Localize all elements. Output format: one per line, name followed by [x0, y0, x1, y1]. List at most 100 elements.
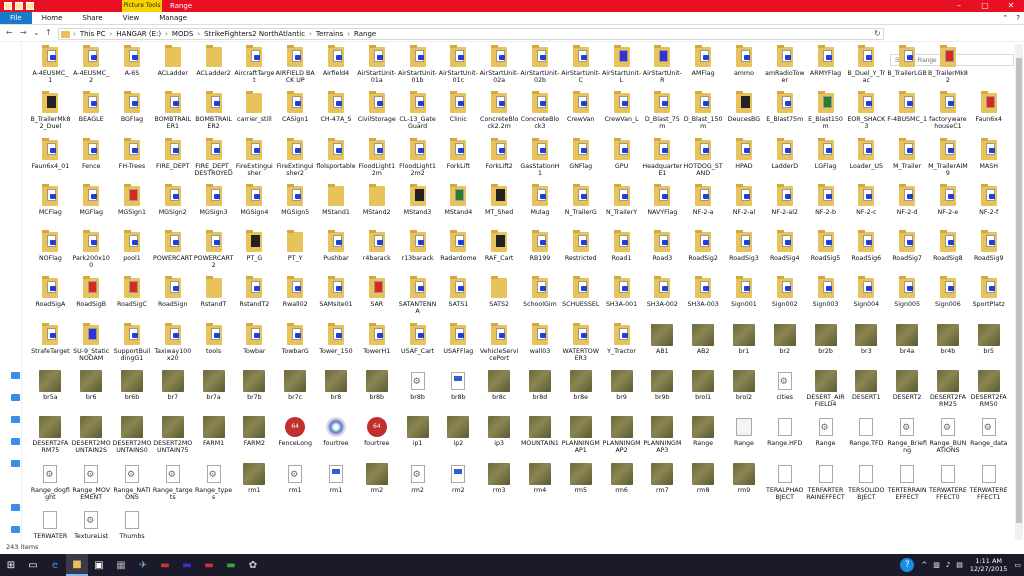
file-item[interactable]: NF-2-b — [805, 181, 846, 227]
file-item[interactable]: MStand3 — [397, 181, 438, 227]
file-item[interactable]: MGFlag — [71, 181, 112, 227]
file-item[interactable]: HeadquarterE1 — [642, 135, 683, 181]
drive-icon[interactable] — [11, 416, 20, 423]
file-item[interactable]: ACLadder2 — [193, 42, 234, 88]
file-item[interactable]: NF-2-f — [968, 181, 1009, 227]
file-item[interactable]: M_Trailer — [887, 135, 928, 181]
file-item[interactable]: FloodLight12m — [356, 135, 397, 181]
file-item[interactable]: Restricted — [560, 227, 601, 273]
file-item[interactable]: br5a — [30, 366, 71, 412]
file-item[interactable]: TERTERRAINEFFECT — [887, 459, 928, 505]
file-item[interactable]: RoadSig5 — [805, 227, 846, 273]
file-item[interactable]: LGFlag — [805, 135, 846, 181]
chevron-up-icon[interactable]: ^ — [918, 561, 930, 569]
back-button[interactable]: ← — [6, 28, 13, 37]
file-item[interactable]: PLANNINGMAP3 — [642, 412, 683, 458]
file-item[interactable]: AircraftTarget — [234, 42, 275, 88]
file-item[interactable]: ForkLift — [438, 135, 479, 181]
file-item[interactable]: BEAGLE — [71, 88, 112, 134]
file-item[interactable]: br4a — [887, 320, 928, 366]
file-item[interactable]: brol1 — [683, 366, 724, 412]
file-item[interactable]: SAR — [356, 273, 397, 319]
file-item[interactable]: RB199 — [520, 227, 561, 273]
file-item[interactable]: BOMBTRAILER2 — [193, 88, 234, 134]
file-item[interactable]: CrewVan_L — [601, 88, 642, 134]
file-item[interactable]: SAMsite01 — [316, 273, 357, 319]
file-item[interactable]: br8d — [520, 366, 561, 412]
file-item[interactable]: Fence — [71, 135, 112, 181]
file-item[interactable]: Range_targets — [152, 459, 193, 505]
tab-view[interactable]: View — [113, 12, 150, 24]
file-item[interactable]: PLANNINGMAP2 — [601, 412, 642, 458]
file-item[interactable]: AirStartUnit-01c — [438, 42, 479, 88]
file-item[interactable]: br2 — [764, 320, 805, 366]
file-item[interactable]: NAVYFlag — [642, 181, 683, 227]
file-item[interactable]: MStand1 — [316, 181, 357, 227]
photos-icon[interactable]: ▦ — [110, 554, 132, 576]
file-item[interactable]: PT_G — [234, 227, 275, 273]
file-item[interactable]: Radardome — [438, 227, 479, 273]
file-item[interactable]: A-4EUSMC_2 — [71, 42, 112, 88]
close-button[interactable]: ✕ — [998, 0, 1024, 12]
file-item[interactable]: ACLadder — [152, 42, 193, 88]
file-item[interactable]: Sign001 — [724, 273, 765, 319]
file-item[interactable]: FireExtinguisher2 — [275, 135, 316, 181]
file-item[interactable]: Y_Tractor — [601, 320, 642, 366]
file-item[interactable]: MOUNTAIN1 — [520, 412, 561, 458]
file-item[interactable]: ip2 — [438, 412, 479, 458]
file-item[interactable]: RoadSig7 — [887, 227, 928, 273]
file-item[interactable]: rm5 — [560, 459, 601, 505]
file-item[interactable]: ip3 — [479, 412, 520, 458]
tab-share[interactable]: Share — [72, 12, 112, 24]
file-item[interactable]: GPU — [601, 135, 642, 181]
file-item[interactable]: br1 — [724, 320, 765, 366]
file-item[interactable]: Pushbar — [316, 227, 357, 273]
file-item[interactable]: rm1 — [316, 459, 357, 505]
file-item[interactable]: E_Blast150m — [805, 88, 846, 134]
notifications-icon[interactable]: ▭ — [1011, 561, 1024, 569]
context-tab-picture-tools[interactable]: Picture Tools — [122, 0, 162, 12]
file-item[interactable]: DESERT_AIRFIELD4 — [805, 366, 846, 412]
maximize-button[interactable]: ▢ — [972, 0, 998, 12]
file-item[interactable]: NF-2-e — [928, 181, 969, 227]
file-item[interactable]: Tower_150 — [316, 320, 357, 366]
file-item[interactable]: Towbar — [234, 320, 275, 366]
file-item[interactable]: rm3 — [479, 459, 520, 505]
file-item[interactable]: br8b — [438, 366, 479, 412]
file-item[interactable]: SchoolGim — [520, 273, 561, 319]
file-item[interactable]: GNFlag — [560, 135, 601, 181]
file-item[interactable]: br8c — [479, 366, 520, 412]
file-item[interactable]: MASH — [968, 135, 1009, 181]
file-item[interactable]: MGSign3 — [193, 181, 234, 227]
file-item[interactable]: BOMBTRAILER1 — [152, 88, 193, 134]
file-item[interactable]: rm4 — [520, 459, 561, 505]
vertical-scrollbar[interactable] — [1015, 44, 1023, 540]
file-item[interactable]: Taxiway100x20 — [152, 320, 193, 366]
app-icon[interactable]: ✈ — [132, 554, 154, 576]
file-item[interactable]: br9b — [642, 366, 683, 412]
file-item[interactable]: AirStartUnit-02b — [520, 42, 561, 88]
file-item[interactable]: rm1 — [275, 459, 316, 505]
file-item[interactable]: Clinic — [438, 88, 479, 134]
edge-icon[interactable]: e — [44, 554, 66, 576]
file-item[interactable]: FireExtinguisher — [234, 135, 275, 181]
file-item[interactable]: 64 FenceLong — [275, 412, 316, 458]
file-item[interactable]: Park200x100 — [71, 227, 112, 273]
file-item[interactable]: fourtree — [316, 412, 357, 458]
file-item[interactable]: AirStartUnit-02a — [479, 42, 520, 88]
file-item[interactable]: NF-2-al — [724, 181, 765, 227]
file-item[interactable]: RoadSigB — [71, 273, 112, 319]
file-item[interactable]: Range_data — [968, 412, 1009, 458]
file-item[interactable]: Range_types — [193, 459, 234, 505]
file-item[interactable]: MGSign4 — [234, 181, 275, 227]
file-item[interactable]: D_Blast_75m — [642, 88, 683, 134]
file-item[interactable]: RoadSig3 — [724, 227, 765, 273]
file-item[interactable]: BGFlag — [112, 88, 153, 134]
file-item[interactable]: DESERT2FARM75 — [30, 412, 71, 458]
file-item[interactable]: MGSign2 — [152, 181, 193, 227]
file-item[interactable]: factorywarehouseC1 — [928, 88, 969, 134]
tab-manage[interactable]: Manage — [149, 12, 197, 24]
file-item[interactable]: Loader_US — [846, 135, 887, 181]
file-item[interactable]: AB1 — [642, 320, 683, 366]
file-item[interactable]: SATANTENNA — [397, 273, 438, 319]
